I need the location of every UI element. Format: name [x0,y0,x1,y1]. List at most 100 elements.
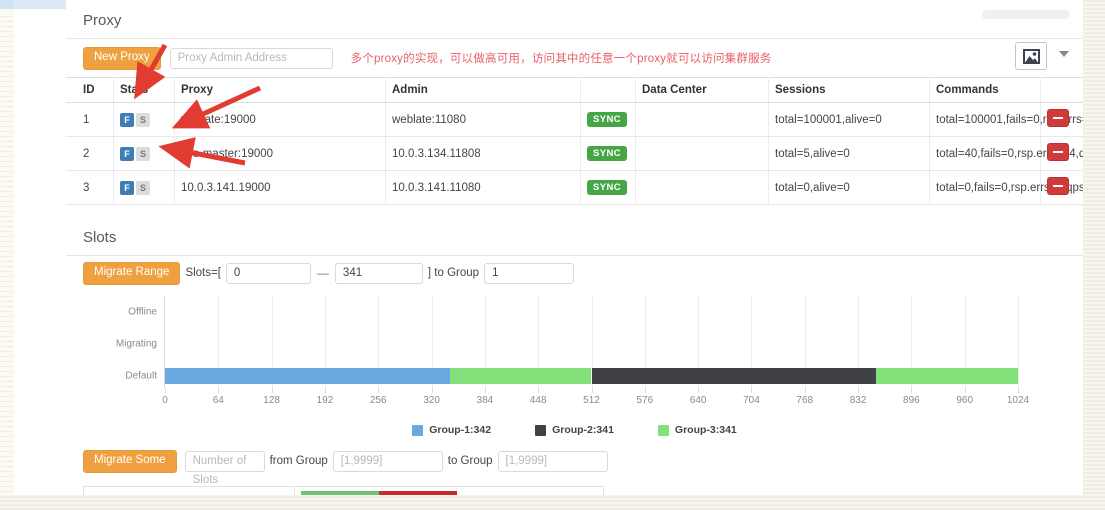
stats-tag-s[interactable]: S [136,146,150,161]
rail-highlight [0,0,14,9]
delete-proxy-button[interactable] [1047,143,1069,161]
col-sessions: Sessions [768,77,930,103]
cell-sync: SYNC [580,136,636,171]
col-stats: Stats [113,77,175,103]
x-tick [378,388,380,393]
to-group-input[interactable]: 1 [484,262,575,284]
legend-item-group-2[interactable]: Group-2:341 [535,424,614,436]
proxy-toolbar: New Proxy Proxy Admin Address 多个proxy的实现… [66,39,1083,77]
proxy-table: ID Stats Proxy Admin Data Center Session… [66,77,1083,205]
legend-swatch-group-3 [657,424,669,436]
chart-legend: Group-1:342 Group-2:341 Group-3:341 [66,424,1083,436]
x-tick-label: 448 [529,395,547,406]
x-tick-label: 1024 [1006,395,1030,406]
x-tick [964,388,966,393]
y-label-default: Default [125,370,157,382]
enable-disable-toggle: Enable Disable [301,491,457,495]
col-admin: Admin [385,77,581,103]
image-icon[interactable] [1015,42,1047,70]
cell-proxy: weblate:19000 [174,102,386,137]
cell-admin: weblate:11080 [385,102,581,137]
disable-button[interactable]: Disable [379,491,457,495]
bar-segment-group-1[interactable] [165,368,450,384]
cell-admin: 10.0.3.141.11080 [385,170,581,205]
table-row[interactable]: 1 FS weblate:19000 weblate:11080 SYNC to… [66,102,1083,137]
proxy-table-header-row: ID Stats Proxy Admin Data Center Session… [66,77,1083,103]
cell-sessions: total=100001,alive=0 [768,102,930,137]
rail-lines [0,12,14,492]
x-tick [431,388,433,393]
from-group-label: from Group [269,455,328,467]
range-dash: — [316,266,329,280]
status-badge: SYNC [587,180,627,195]
stats-tag-s[interactable]: S [136,180,150,195]
cell-stats: FS [113,102,175,137]
gridline [1018,296,1019,388]
legend-item-group-3[interactable]: Group-3:341 [657,424,737,436]
legend-label-group-3: Group-3:341 [674,424,737,436]
chevron-down-icon[interactable] [1059,51,1069,57]
status-badge: SYNC [587,112,627,127]
x-tick-label: 192 [316,395,334,406]
cell-commands: total=100001,fails=0,rsp.errs=0,qps=0 [929,102,1083,137]
x-tick [271,388,273,393]
stats-tag-f[interactable]: F [120,180,134,195]
slots-range-to-input[interactable]: 341 [334,262,423,284]
cell-datacenter [635,136,769,171]
delete-proxy-button[interactable] [1047,109,1069,127]
cell-proxy: k8s-master:19000 [174,136,386,171]
left-rail [0,0,15,495]
col-datacenter: Data Center [635,77,769,103]
cell-stats: FS [113,136,175,171]
number-of-slots-input[interactable]: Number of Slots [184,450,265,486]
legend-item-group-1[interactable]: Group-1:342 [412,424,491,436]
slots-plot-area: Offline Migrating Default 0 64 128 192 256 32… [116,296,1029,406]
to-group-label: ] to Group [427,267,480,279]
x-tick [751,388,753,393]
y-label-migrating: Migrating [115,338,157,350]
stats-tag-f[interactable]: F [120,112,134,127]
migrate-range-button[interactable]: Migrate Range [83,261,181,285]
x-tick [1018,388,1019,393]
from-group-input[interactable]: [1,9999] [332,450,443,472]
cell-id: 1 [66,102,114,137]
action-enabled-label: Action : Enabled [83,486,295,495]
x-tick [538,388,540,393]
x-tick [591,388,593,393]
stats-tag-s[interactable]: S [136,112,150,127]
table-row[interactable]: 2 FS k8s-master:19000 10.0.3.134.11808 S… [66,136,1083,171]
x-tick-label: 64 [212,395,224,406]
migrate-some-button[interactable]: Migrate Some [83,449,177,473]
x-tick-label: 384 [476,395,494,406]
slots-range-from-input[interactable]: 0 [225,262,311,284]
migrate-range-row: Migrate Range Slots=[ 0 — 341 ] to Group… [66,256,1083,290]
x-tick-label: 320 [423,395,440,406]
bar-segment-group-3[interactable] [875,368,1018,384]
cell-admin: 10.0.3.134.11808 [385,136,581,171]
cell-commands: total=0,fails=0,rsp.errs=0,qps=0 [929,170,1083,205]
new-proxy-button[interactable]: New Proxy [83,46,161,70]
action-row-enabled: Action : Enabled Enable Disable [83,486,604,495]
cell-proxy: 10.0.3.141.19000 [174,170,386,205]
slots-section-title: Slots [83,229,117,246]
cell-id: 2 [66,136,114,171]
cell-sync: SYNC [580,170,636,205]
some-to-group-input[interactable]: [1,9999] [497,450,608,472]
enable-button[interactable]: Enable [301,491,379,495]
x-tick-label: 832 [849,395,867,406]
x-tick-label: 576 [636,395,654,406]
migrate-some-row: Migrate Some Number of Slots from Group … [66,444,1083,486]
legend-swatch-group-2 [535,424,547,436]
bar-segment-group-2[interactable] [591,368,876,384]
stats-tag-f[interactable]: F [120,146,134,161]
col-actions [1040,77,1083,103]
secondary-rail [14,0,67,495]
delete-proxy-button[interactable] [1047,177,1069,195]
table-row[interactable]: 3 FS 10.0.3.141.19000 10.0.3.141.11080 S… [66,170,1083,205]
x-tick [324,388,326,393]
proxy-admin-address-input[interactable]: Proxy Admin Address [169,47,333,69]
bar-segment-group-3[interactable] [449,368,592,384]
cell-datacenter [635,102,769,137]
x-tick [644,388,646,393]
x-tick [165,388,166,393]
